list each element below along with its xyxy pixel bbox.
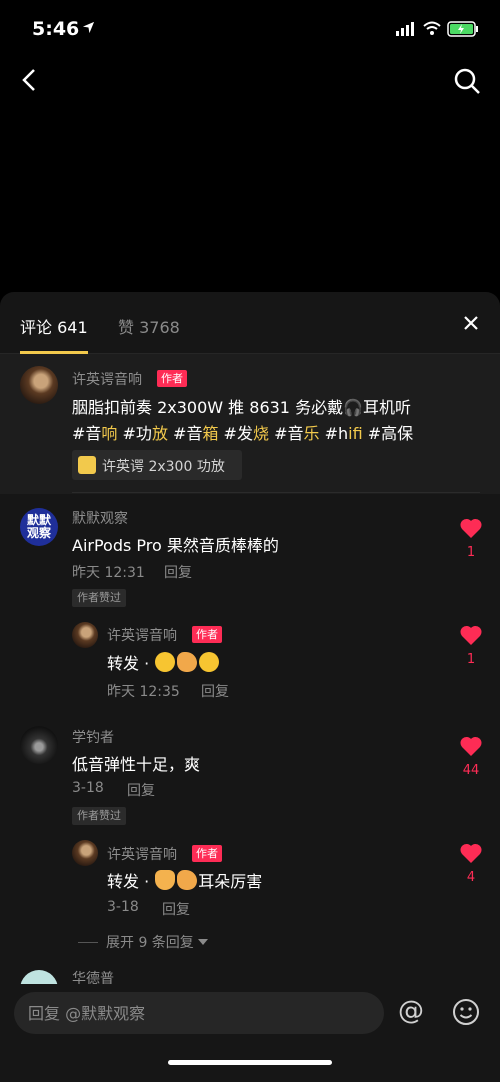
emoji-icon[interactable] — [452, 998, 480, 1026]
reply-button[interactable]: 回复 — [201, 681, 229, 701]
tab-comments[interactable]: 评论 641 — [20, 314, 88, 338]
comment-text: AirPods Pro 果然音质棒棒的 — [72, 536, 279, 555]
clap-emoji-icon — [177, 870, 198, 890]
comment-username[interactable]: 许英谔音响 — [107, 625, 177, 645]
wifi-icon — [423, 21, 441, 35]
product-link[interactable]: 许英谔 2x300 功放 — [72, 450, 242, 480]
comment-text: 低音弹性十足，爽 — [72, 755, 201, 774]
heart-icon — [460, 625, 482, 645]
comment-username[interactable]: 默默观察 — [72, 508, 128, 528]
caret-down-icon — [198, 939, 209, 945]
like-button[interactable]: 44 — [457, 735, 485, 778]
comments-sheet: 评论 641 赞 3768 许英谔音响 作者 胭脂扣前奏 2x300W 推 86… — [0, 292, 500, 1082]
like-count: 1 — [466, 545, 476, 560]
reply-bar: @ — [0, 984, 500, 1082]
author-liked-tag: 作者赞过 — [72, 589, 126, 607]
home-indicator — [168, 1060, 332, 1065]
comment-username[interactable]: 许英谔音响 — [107, 844, 177, 864]
pinned-comment: 许英谔音响 作者 胭脂扣前奏 2x300W 推 8631 务必戴🎧耳机听 #音响… — [0, 354, 500, 494]
like-button[interactable]: 1 — [457, 624, 485, 667]
like-count: 1 — [466, 652, 476, 667]
signal-icon — [396, 22, 414, 36]
comment-time: 昨天 12:31 — [72, 565, 145, 581]
avatar[interactable] — [20, 726, 58, 764]
divider — [72, 492, 480, 493]
avatar[interactable] — [72, 840, 98, 866]
expand-line — [78, 942, 98, 943]
comment-time: 3-18 — [107, 899, 139, 915]
cart-icon — [78, 456, 96, 474]
mention-button[interactable]: @ — [398, 996, 424, 1026]
top-nav — [0, 60, 500, 100]
grin-emoji-icon — [155, 652, 176, 672]
reply-button[interactable]: 回复 — [127, 780, 155, 800]
author-badge: 作者 — [192, 626, 222, 643]
comment-time: 昨天 12:35 — [107, 684, 180, 700]
back-icon[interactable] — [18, 66, 42, 94]
reply-button[interactable]: 回复 — [164, 562, 192, 582]
like-count: 4 — [466, 870, 476, 885]
avatar[interactable] — [20, 366, 58, 404]
like-button[interactable]: 4 — [457, 842, 485, 885]
comment-hashtags: #音响 #功放 #音箱 #发烧 #音乐 #hifi #高保 — [72, 424, 414, 443]
author-liked-tag: 作者赞过 — [72, 807, 126, 825]
comment-text: 转发 · — [107, 650, 220, 674]
avatar[interactable]: 默默 观察 — [20, 508, 58, 546]
battery-icon — [447, 21, 478, 37]
tab-likes[interactable]: 赞 3768 — [118, 314, 180, 338]
location-arrow-icon — [82, 21, 95, 34]
like-button[interactable]: 1 — [457, 517, 485, 560]
heart-icon — [460, 736, 482, 756]
heart-icon — [460, 518, 482, 538]
comment-tabs: 评论 641 赞 3768 — [0, 292, 500, 354]
comment-username[interactable]: 学钓者 — [72, 727, 114, 747]
expand-replies-button[interactable]: 展开 9 条回复 — [78, 932, 209, 952]
reply-input[interactable] — [14, 992, 384, 1034]
avatar[interactable] — [72, 622, 98, 648]
thumbs-up-emoji-icon — [155, 870, 176, 890]
clap-emoji-icon — [177, 652, 198, 672]
close-icon[interactable] — [460, 312, 482, 334]
author-badge: 作者 — [192, 845, 222, 862]
comment-text: 胭脂扣前奏 2x300W 推 8631 务必戴🎧耳机听 — [72, 398, 411, 417]
like-count: 44 — [462, 763, 480, 778]
search-icon[interactable] — [452, 66, 482, 96]
comment-username[interactable]: 许英谔音响 — [72, 369, 142, 389]
product-name: 许英谔 2x300 功放 — [102, 459, 225, 475]
heart-icon — [460, 843, 482, 863]
comment-text: 转发 · 耳朵厉害 — [107, 870, 263, 891]
status-bar: 5:46 — [0, 0, 500, 60]
laugh-emoji-icon — [199, 652, 220, 672]
reply-button[interactable]: 回复 — [162, 899, 190, 919]
comment-time: 3-18 — [72, 780, 104, 796]
status-time: 5:46 — [32, 18, 80, 40]
author-badge: 作者 — [157, 370, 187, 387]
